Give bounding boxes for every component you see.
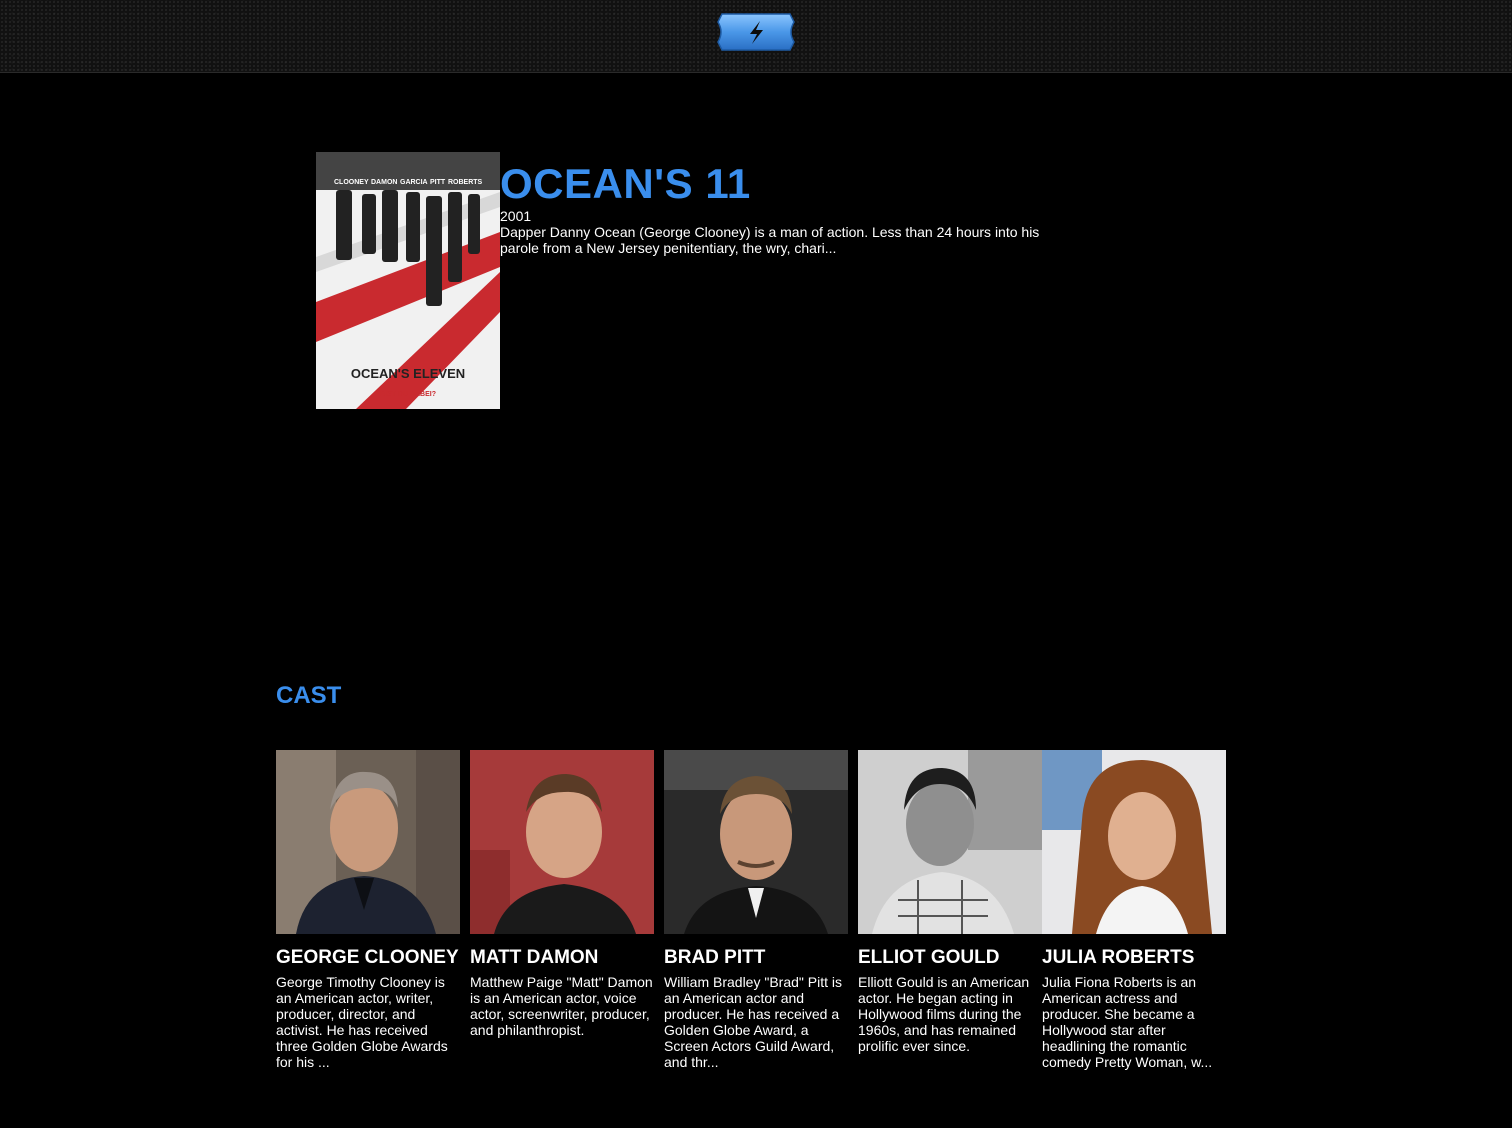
svg-text:ROBERTS: ROBERTS xyxy=(448,179,483,186)
cast-bio: Matthew Paige "Matt" Damon is an America… xyxy=(470,974,653,1038)
cast-heading: CAST xyxy=(276,682,342,709)
cast-bio: George Timothy Clooney is an American ac… xyxy=(276,974,448,1070)
cast-name[interactable]: BRAD PITT xyxy=(664,948,848,968)
cast-card-julia-roberts[interactable]: JULIA ROBERTS Julia Fiona Roberts is an … xyxy=(1042,750,1226,1070)
cast-photo[interactable] xyxy=(858,750,1042,934)
svg-text:BIST DU DABEI?: BIST DU DABEI? xyxy=(380,391,436,398)
svg-text:PITT: PITT xyxy=(430,179,446,186)
cast-name[interactable]: MATT DAMON xyxy=(470,948,654,968)
cast-bio: Julia Fiona Roberts is an American actre… xyxy=(1042,974,1213,1070)
cast-bio: William Bradley "Brad" Pitt is an Americ… xyxy=(664,974,842,1070)
cast-card-elliot-gould[interactable]: ELLIOT GOULD Elliott Gould is an America… xyxy=(858,750,1042,1054)
cast-photo[interactable] xyxy=(1042,750,1226,934)
svg-text:GARCIA: GARCIA xyxy=(400,179,428,186)
cast-card-matt-damon[interactable]: MATT DAMON Matthew Paige "Matt" Damon is… xyxy=(470,750,654,1038)
movie-title: OCEAN'S 11 xyxy=(500,160,751,207)
top-bar xyxy=(0,0,1512,73)
svg-text:DAMON: DAMON xyxy=(371,179,397,186)
movie-synopsis: Dapper Danny Ocean (George Clooney) is a… xyxy=(500,224,1040,256)
cast-photo[interactable] xyxy=(470,750,654,934)
lightning-bolt-ticket-icon[interactable] xyxy=(716,12,796,52)
cast-name[interactable]: JULIA ROBERTS xyxy=(1042,948,1226,968)
cast-name[interactable]: ELLIOT GOULD xyxy=(858,948,1042,968)
cast-card-george-clooney[interactable]: GEORGE CLOONEY George Timothy Clooney is… xyxy=(276,750,460,1070)
cast-bio: Elliott Gould is an American actor. He b… xyxy=(858,974,1030,1054)
cast-photo[interactable] xyxy=(276,750,460,934)
svg-text:CLOONEY: CLOONEY xyxy=(334,179,369,186)
svg-text:OCEAN'S ELEVEN: OCEAN'S ELEVEN xyxy=(351,366,465,381)
movie-year: 2001 xyxy=(500,208,532,224)
cast-photo[interactable] xyxy=(664,750,848,934)
cast-name[interactable]: GEORGE CLOONEY xyxy=(276,948,460,968)
movie-poster: CLOONEY DAMON GARCIA PITT ROBERTS OCEAN'… xyxy=(316,152,500,409)
cast-card-brad-pitt[interactable]: BRAD PITT William Bradley "Brad" Pitt is… xyxy=(664,750,848,1070)
